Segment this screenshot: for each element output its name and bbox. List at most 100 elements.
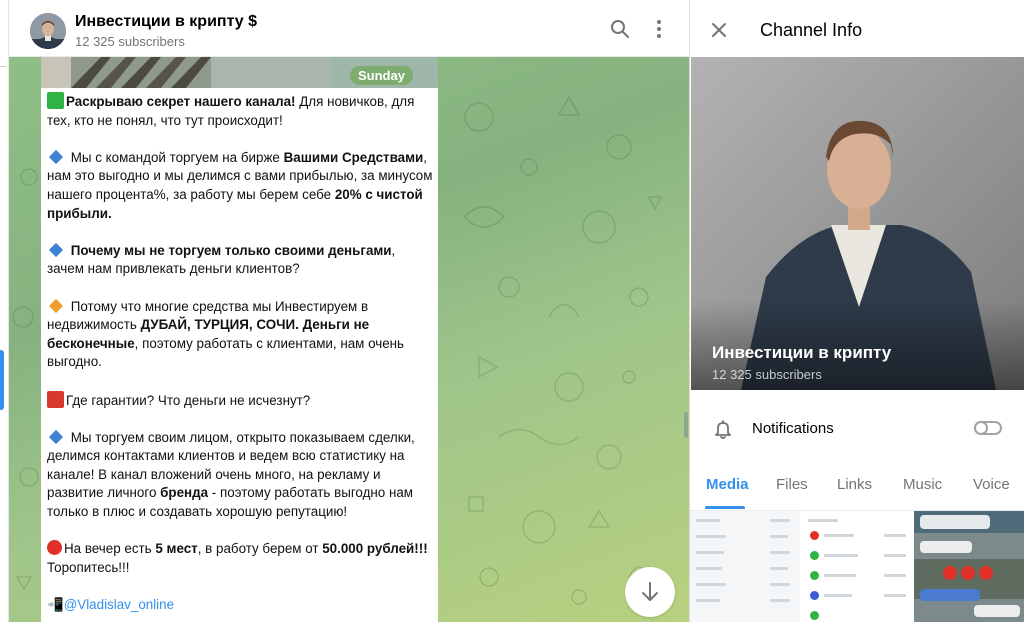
channel-profile-photo[interactable]: Инвестиции в крипту 12 325 subscribers <box>691 57 1024 390</box>
profile-channel-name: Инвестиции в крипту <box>712 343 892 362</box>
thumb-line <box>884 594 906 597</box>
tab-media[interactable]: Media <box>706 476 749 493</box>
channel-avatar[interactable] <box>30 13 66 49</box>
notifications-toggle[interactable] <box>974 421 1002 435</box>
post-text-span: На вечер есть <box>64 541 156 557</box>
post-paragraph: Где гарантии? Что деньги не исчезнут? <box>47 390 435 411</box>
tab-voice[interactable]: Voice <box>973 476 1010 493</box>
thumb-line <box>696 535 726 538</box>
post-text-span: Где гарантии? Что деньги не исчезнут? <box>66 392 311 408</box>
thumb-line <box>824 554 858 557</box>
post-bold-text: Раскрываю секрет нашего канала! <box>66 94 296 109</box>
tab-links[interactable]: Links <box>837 476 872 493</box>
shared-media-tabs: Media Files Links Music Voice <box>690 470 1024 510</box>
green-square-icon <box>47 92 64 109</box>
avatar-image <box>30 13 66 49</box>
profile-subscriber-count: 12 325 subscribers <box>712 367 822 382</box>
search-icon <box>611 20 629 38</box>
search-button[interactable] <box>607 16 633 42</box>
blue-diamond-icon <box>48 429 64 444</box>
thumb-line <box>696 583 726 586</box>
post-bold-text: 50.000 рублей!!! <box>322 541 428 557</box>
thumb-line <box>884 574 906 577</box>
red-circle-icon <box>47 540 62 556</box>
post-paragraph: Почему мы не торгуем только своими деньг… <box>47 242 435 279</box>
post-paragraph: 📲@Vladislav_online <box>47 596 435 615</box>
post-text-span: , в работу берем от <box>197 541 323 557</box>
post-text-span: Торопитесь!!! <box>47 559 130 575</box>
chat-title[interactable]: Инвестиции в крипту $ <box>75 13 257 31</box>
thumb-line <box>696 551 724 554</box>
more-menu-button[interactable] <box>646 16 672 42</box>
thumb-avatar-dot <box>810 551 819 560</box>
thumb-line <box>770 583 790 586</box>
channel-info-header: Channel Info <box>690 0 1024 57</box>
date-separator-pill: Sunday <box>350 66 413 85</box>
blue-diamond-icon <box>48 149 64 164</box>
media-thumbnail[interactable] <box>802 511 912 622</box>
thumb-line <box>824 574 856 577</box>
phone-icon: 📲 <box>47 597 64 613</box>
tab-files[interactable]: Files <box>776 476 808 493</box>
channel-post[interactable]: Sunday Раскрываю секрет нашего канала! Д… <box>41 57 438 622</box>
media-thumbnail[interactable] <box>690 511 800 622</box>
post-paragraph: На вечер есть 5 мест, в работу берем от … <box>47 540 435 577</box>
bell-icon <box>715 420 731 439</box>
scroll-to-bottom-button[interactable] <box>625 567 675 617</box>
close-info-button[interactable] <box>709 20 729 40</box>
left-panel-divider <box>0 66 6 67</box>
tab-music[interactable]: Music <box>903 476 942 493</box>
post-text-span: Мы с командой торгуем на бирже <box>67 149 284 165</box>
thumb-line <box>770 519 790 522</box>
chat-messages-area[interactable]: Sunday Раскрываю секрет нашего канала! Д… <box>9 57 689 622</box>
thumb-line <box>824 534 854 537</box>
thumb-screenshot-image <box>914 511 1024 622</box>
thumb-line <box>770 567 788 570</box>
thumb-line <box>770 551 790 554</box>
arrow-down-icon <box>642 582 658 601</box>
thumb-avatar-dot <box>810 531 819 540</box>
left-panel-edge <box>0 0 9 622</box>
thumb-line <box>770 535 788 538</box>
active-tab-indicator <box>705 506 745 509</box>
notifications-label: Notifications <box>752 420 834 437</box>
post-text: Раскрываю секрет нашего канала! Для нови… <box>47 92 435 622</box>
post-bold-text: Почему мы не торгуем только своими деньг… <box>67 242 392 258</box>
post-paragraph: Раскрываю секрет нашего канала! Для нови… <box>47 92 435 130</box>
thumb-line <box>770 599 790 602</box>
chat-subscriber-count: 12 325 subscribers <box>75 34 185 49</box>
dollar-icon: $ <box>248 13 258 30</box>
post-bold-text: бренда <box>160 485 209 501</box>
more-vertical-icon <box>657 20 661 38</box>
post-paragraph: Потому что многие средства мы Инвестируе… <box>47 298 435 372</box>
chat-title-text: Инвестиции в крипту <box>75 13 244 30</box>
media-grid <box>690 511 1024 622</box>
orange-diamond-icon <box>48 298 64 313</box>
thumb-line <box>824 594 852 597</box>
thumb-line <box>884 534 906 537</box>
blue-diamond-icon <box>48 242 64 257</box>
thumb-line <box>696 567 722 570</box>
channel-info-panel: Channel Info Инвестиции в крипту 12 325 … <box>689 0 1024 622</box>
chat-scrollbar-handle[interactable] <box>684 412 688 438</box>
toggle-knob <box>974 421 988 435</box>
thumb-line <box>884 554 906 557</box>
thumb-avatar-dot <box>810 571 819 580</box>
post-bold-text: Вашими Средствами <box>283 149 424 165</box>
contact-link[interactable]: @Vladislav_online <box>64 597 174 612</box>
channel-info-title: Channel Info <box>760 20 863 40</box>
notifications-row[interactable]: Notifications <box>690 404 1024 452</box>
chat-header[interactable]: Инвестиции в крипту $ 12 325 subscribers <box>9 0 689 57</box>
post-paragraph: Мы торгуем своим лицом, открыто показыва… <box>47 429 435 522</box>
left-panel-resize-tab[interactable] <box>0 350 4 410</box>
thumb-avatar-dot <box>810 591 819 600</box>
thumb-line <box>696 519 720 522</box>
thumb-avatar-dot <box>810 611 819 620</box>
thumb-line <box>696 599 720 602</box>
media-thumbnail[interactable] <box>914 511 1024 622</box>
post-paragraph: Мы с командой торгуем на бирже Вашими Ср… <box>47 149 435 223</box>
red-square-icon <box>47 390 64 408</box>
close-icon <box>712 23 726 37</box>
post-bold-text: 5 мест <box>155 541 198 557</box>
thumb-line <box>808 519 838 522</box>
